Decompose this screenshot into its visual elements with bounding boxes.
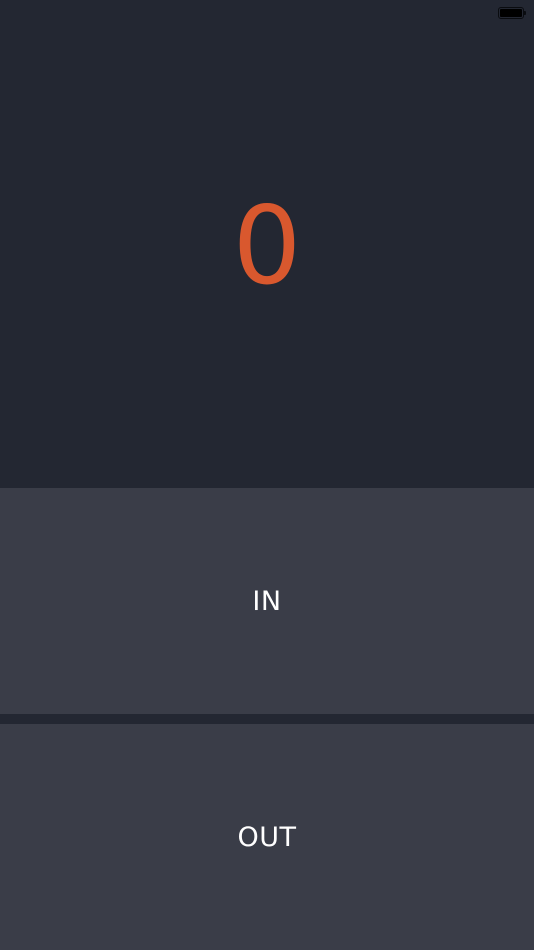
app-screen: 0 IN OUT: [0, 0, 534, 950]
out-button[interactable]: OUT: [0, 724, 534, 950]
in-button[interactable]: IN: [0, 488, 534, 714]
in-button-label: IN: [252, 585, 282, 617]
out-button-label: OUT: [237, 821, 297, 853]
counter-display: 0: [0, 0, 534, 488]
button-divider: [0, 714, 534, 724]
counter-value: 0: [232, 184, 302, 309]
